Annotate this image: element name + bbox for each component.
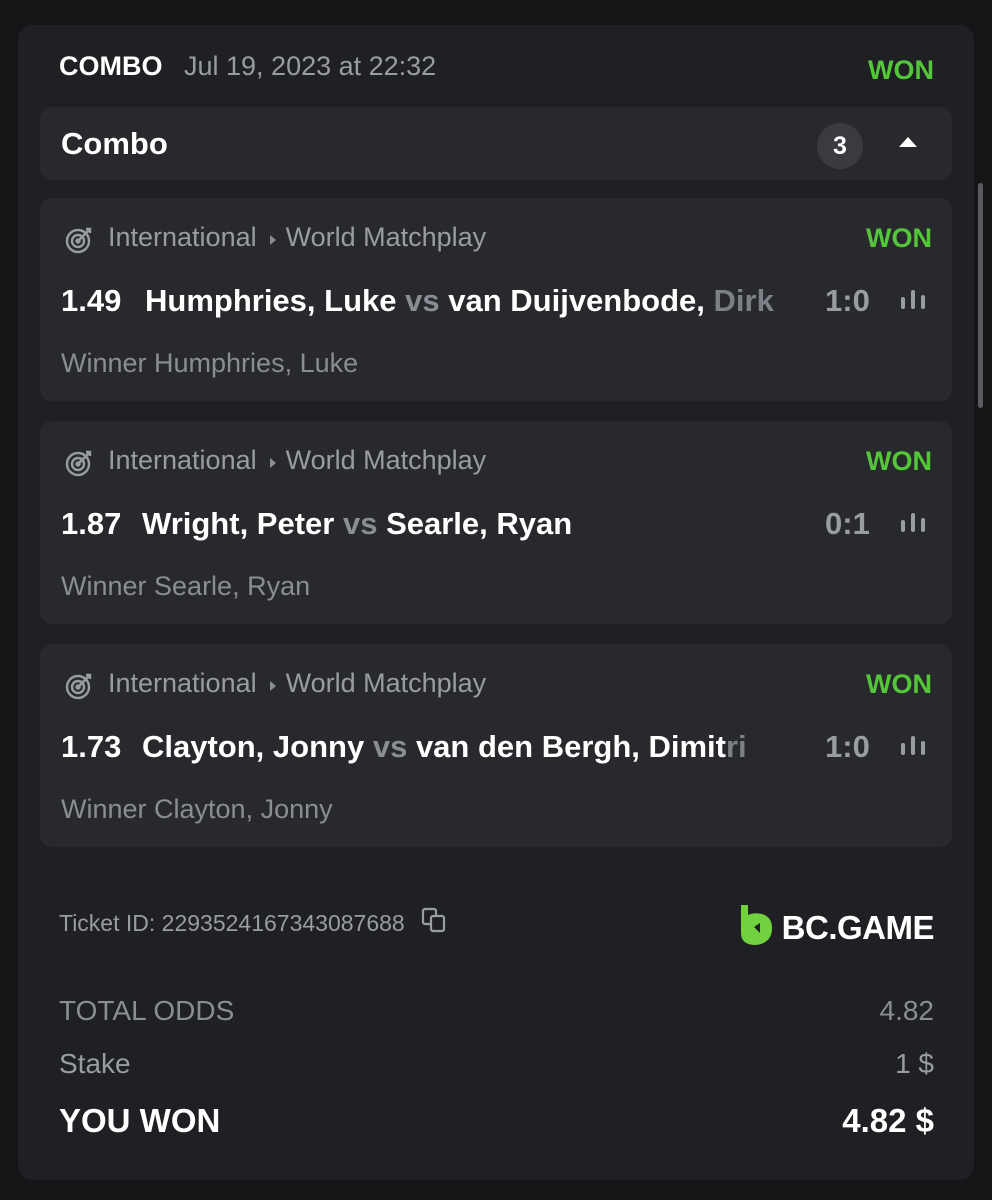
combo-toggle-bar[interactable]: Combo 3 bbox=[40, 107, 952, 180]
dart-target-icon bbox=[64, 671, 94, 706]
combo-title: Combo bbox=[61, 126, 168, 161]
leg-header: International World Matchplay WON bbox=[64, 668, 932, 702]
caret-right-icon bbox=[269, 445, 277, 476]
brand-name: BC.GAME bbox=[781, 908, 935, 946]
combo-leg-1[interactable]: International World Matchplay WON 1.49 H… bbox=[40, 198, 952, 401]
tournament-name: World Matchplay bbox=[285, 445, 487, 475]
pick-selection: Winner Clayton, Jonny bbox=[61, 794, 333, 824]
match-teams: Humphries, Luke vs van Duijvenbode, Dirk bbox=[145, 283, 805, 319]
away-team-overflow: Dirk bbox=[704, 283, 774, 318]
vs-label: vs bbox=[405, 283, 440, 318]
dart-target-icon bbox=[64, 225, 94, 260]
league-name: International bbox=[108, 668, 257, 698]
combo-count-badge: 3 bbox=[817, 123, 863, 169]
ticket-status-badge: WON bbox=[868, 55, 934, 85]
bet-ticket-card: COMBO Jul 19, 2023 at 22:32 WON Combo 3 … bbox=[18, 25, 974, 1180]
leg-header: International World Matchplay WON bbox=[64, 445, 932, 479]
tournament-name: World Matchplay bbox=[285, 222, 487, 252]
away-team-overflow: ri bbox=[725, 729, 747, 764]
leg-status-badge: WON bbox=[866, 223, 932, 253]
match-score: 1:0 bbox=[825, 283, 870, 318]
stake-value: 1 $ bbox=[895, 1048, 934, 1079]
league-name: International bbox=[108, 222, 257, 252]
leg-status-badge: WON bbox=[866, 669, 932, 699]
total-odds-label: TOTAL ODDS bbox=[59, 995, 235, 1026]
stake-label: Stake bbox=[59, 1048, 131, 1079]
pick-selection: Winner Searle, Ryan bbox=[61, 571, 311, 601]
payout-label: YOU WON bbox=[59, 1102, 221, 1139]
bet-type-label: COMBO bbox=[59, 51, 163, 81]
copy-icon[interactable] bbox=[421, 907, 447, 939]
payout-value: 4.82 $ bbox=[842, 1102, 934, 1139]
stake-row: Stake 1 $ bbox=[59, 1048, 934, 1082]
away-team: van den Bergh, Dimit bbox=[415, 729, 726, 764]
combo-leg-2[interactable]: International World Matchplay WON 1.87 W… bbox=[40, 421, 952, 624]
match-row: 1.73 Clayton, Jonny vs van den Bergh, Di… bbox=[61, 729, 932, 769]
home-team: Clayton, Jonny bbox=[142, 729, 365, 764]
stats-bars-icon[interactable] bbox=[899, 287, 927, 318]
leg-odds: 1.49 bbox=[61, 283, 122, 318]
ticket-header: COMBO Jul 19, 2023 at 22:32 WON bbox=[59, 47, 934, 87]
total-odds-row: TOTAL ODDS 4.82 bbox=[59, 995, 934, 1029]
match-row: 1.87 Wright, Peter vs Searle, Ryan 0:1 bbox=[61, 506, 932, 546]
vs-label: vs bbox=[342, 506, 378, 541]
scrollbar-thumb[interactable] bbox=[978, 183, 983, 408]
match-teams: Clayton, Jonny vs van den Bergh, Dimitri bbox=[142, 729, 802, 765]
match-row: 1.49 Humphries, Luke vs van Duijvenbode,… bbox=[61, 283, 932, 323]
combo-leg-3[interactable]: International World Matchplay WON 1.73 C… bbox=[40, 644, 952, 847]
bet-date: Jul 19, 2023 at 22:32 bbox=[184, 51, 437, 81]
brand-logo: BC.GAME bbox=[738, 903, 935, 952]
ticket-id: Ticket ID: 2293524167343087688 bbox=[59, 907, 447, 939]
league-path: International World Matchplay bbox=[108, 668, 486, 699]
caret-right-icon bbox=[269, 222, 277, 253]
home-team: Humphries, Luke bbox=[145, 283, 397, 318]
league-name: International bbox=[108, 445, 257, 475]
home-team: Wright, Peter bbox=[142, 506, 335, 541]
caret-right-icon bbox=[269, 668, 277, 699]
league-path: International World Matchplay bbox=[108, 222, 486, 253]
league-path: International World Matchplay bbox=[108, 445, 486, 476]
vs-label: vs bbox=[372, 729, 408, 764]
pick-selection: Winner Humphries, Luke bbox=[61, 348, 359, 378]
match-teams: Wright, Peter vs Searle, Ryan bbox=[142, 506, 802, 542]
stats-bars-icon[interactable] bbox=[899, 733, 927, 764]
away-team: Searle, Ryan bbox=[386, 506, 573, 541]
total-odds-value: 4.82 bbox=[879, 995, 935, 1026]
match-score: 0:1 bbox=[825, 506, 870, 541]
bc-game-logo-icon bbox=[738, 903, 774, 952]
match-score: 1:0 bbox=[825, 729, 870, 764]
chevron-up-icon[interactable] bbox=[898, 135, 918, 153]
ticket-id-text: Ticket ID: 2293524167343087688 bbox=[59, 909, 405, 936]
leg-status-badge: WON bbox=[866, 446, 932, 476]
dart-target-icon bbox=[64, 448, 94, 483]
tournament-name: World Matchplay bbox=[285, 668, 487, 698]
stats-bars-icon[interactable] bbox=[899, 510, 927, 541]
leg-odds: 1.73 bbox=[61, 729, 122, 764]
payout-row: YOU WON 4.82 $ bbox=[59, 1102, 934, 1142]
away-team: van Duijvenbode, bbox=[448, 283, 705, 318]
leg-odds: 1.87 bbox=[61, 506, 122, 541]
ticket-id-row: Ticket ID: 2293524167343087688 BC.GAME bbox=[59, 903, 935, 947]
leg-header: International World Matchplay WON bbox=[64, 222, 932, 256]
